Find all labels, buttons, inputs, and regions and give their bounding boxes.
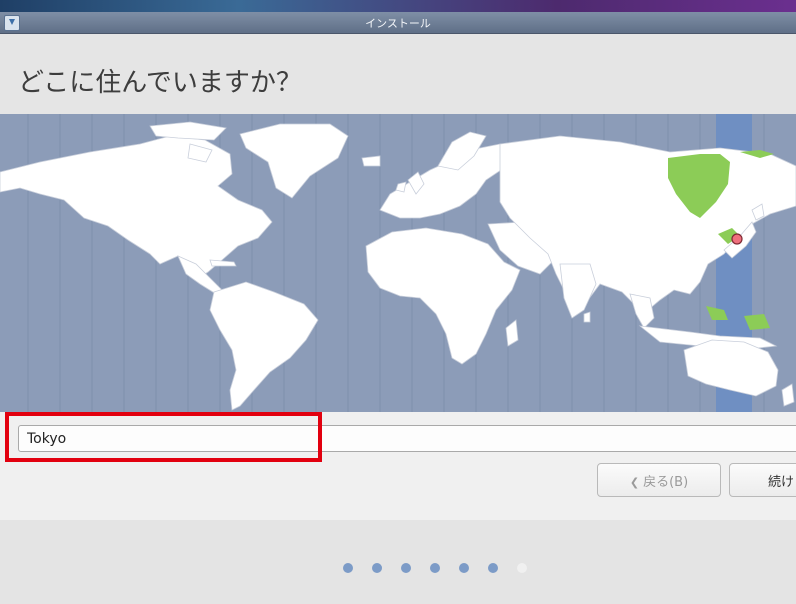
progress-dot-step-6	[488, 563, 498, 573]
chevron-left-icon: ❮	[629, 475, 640, 489]
window-title: インストール	[365, 17, 431, 30]
continue-button-label: 続け	[768, 474, 795, 490]
map-pin-icon	[731, 233, 743, 245]
progress-dot-step-7	[517, 563, 527, 573]
back-button-label: 戻る(B)	[643, 474, 689, 490]
window-titlebar: インストール	[0, 12, 796, 34]
continue-button[interactable]: 続け	[729, 463, 796, 497]
footer	[0, 520, 796, 604]
location-input[interactable]	[18, 425, 796, 452]
progress-dot-step-3	[401, 563, 411, 573]
progress-dot-step-4	[430, 563, 440, 573]
page-title: どこに住んでいますか？	[18, 68, 302, 98]
progress-dot-step-1	[343, 563, 353, 573]
back-button[interactable]: ❮ 戻る(B)	[597, 463, 721, 497]
timezone-map[interactable]	[0, 114, 796, 412]
desktop-background	[0, 0, 796, 12]
progress-dot-step-5	[459, 563, 469, 573]
progress-dot-step-2	[372, 563, 382, 573]
